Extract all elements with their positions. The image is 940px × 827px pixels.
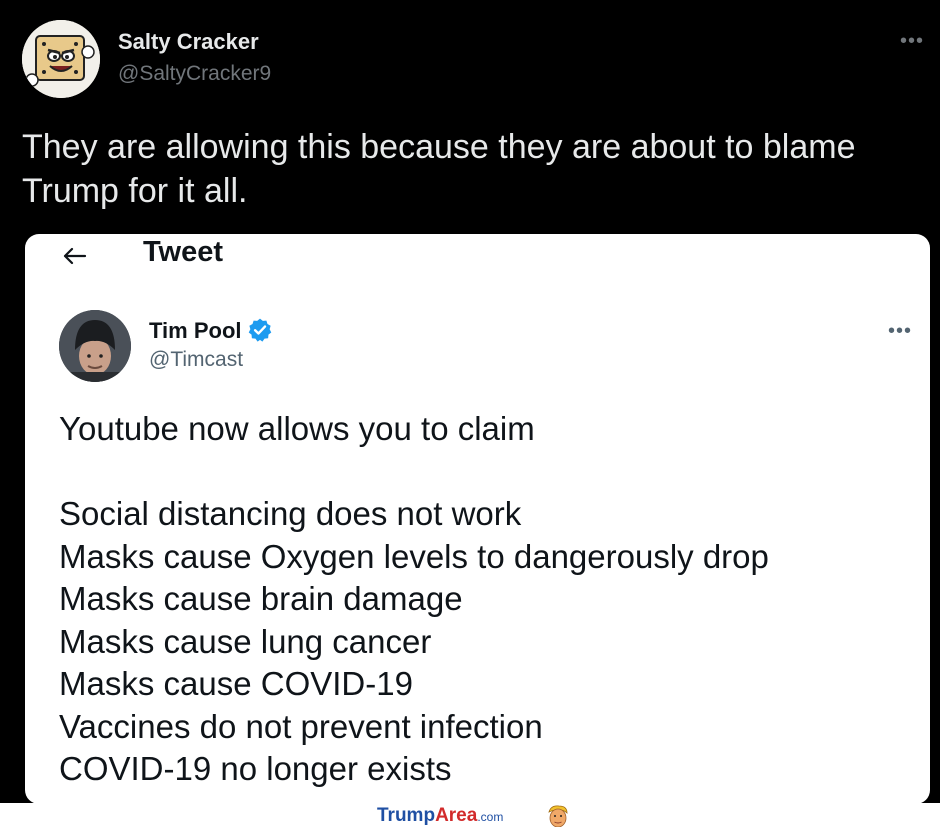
claim-line: Masks cause brain damage [59,580,463,617]
claim-line: Social distancing does not work [59,495,522,532]
outer-author-name[interactable]: Salty Cracker [118,29,259,55]
embedded-tweet-card: Tweet Tim Pool @Timcast ••• Youtube now … [25,234,930,804]
embedded-more-options-icon[interactable]: ••• [888,320,912,343]
claim-line: Masks cause Oxygen levels to dangerously… [59,537,769,575]
tim-pool-avatar[interactable] [59,310,131,382]
trump-face-logo [548,805,568,827]
outer-more-options-icon[interactable]: ••• [900,30,924,53]
embedded-author-name[interactable]: Tim Pool [149,318,242,344]
embedded-author-handle[interactable]: @Timcast [149,348,243,372]
outer-tweet-text: They are allowing this because they are … [22,128,856,210]
claim-line: COVID-19 no longer exists [59,750,452,787]
claim-line: Masks cause lung cancer [59,622,432,660]
embedded-tweet-text: Youtube now allows you to claim Social d… [59,408,919,791]
cracker-mascot-avatar[interactable] [22,20,100,98]
watermark-text: TrumpArea.com [377,805,504,826]
claim-line: Vaccines do not prevent infection [59,707,543,745]
page-title: Tweet [143,236,224,268]
arrow-left-icon[interactable] [61,246,87,266]
watermark-bar: TrumpArea.com [0,803,940,827]
outer-author-handle[interactable]: @SaltyCracker9 [118,62,271,86]
claim-line: Masks cause COVID-19 [59,665,413,702]
tweet-intro-line: Youtube now allows you to claim [59,410,535,447]
verified-badge-icon [248,318,272,342]
outer-tweet: Salty Cracker @SaltyCracker9 ••• They ar… [0,0,940,804]
